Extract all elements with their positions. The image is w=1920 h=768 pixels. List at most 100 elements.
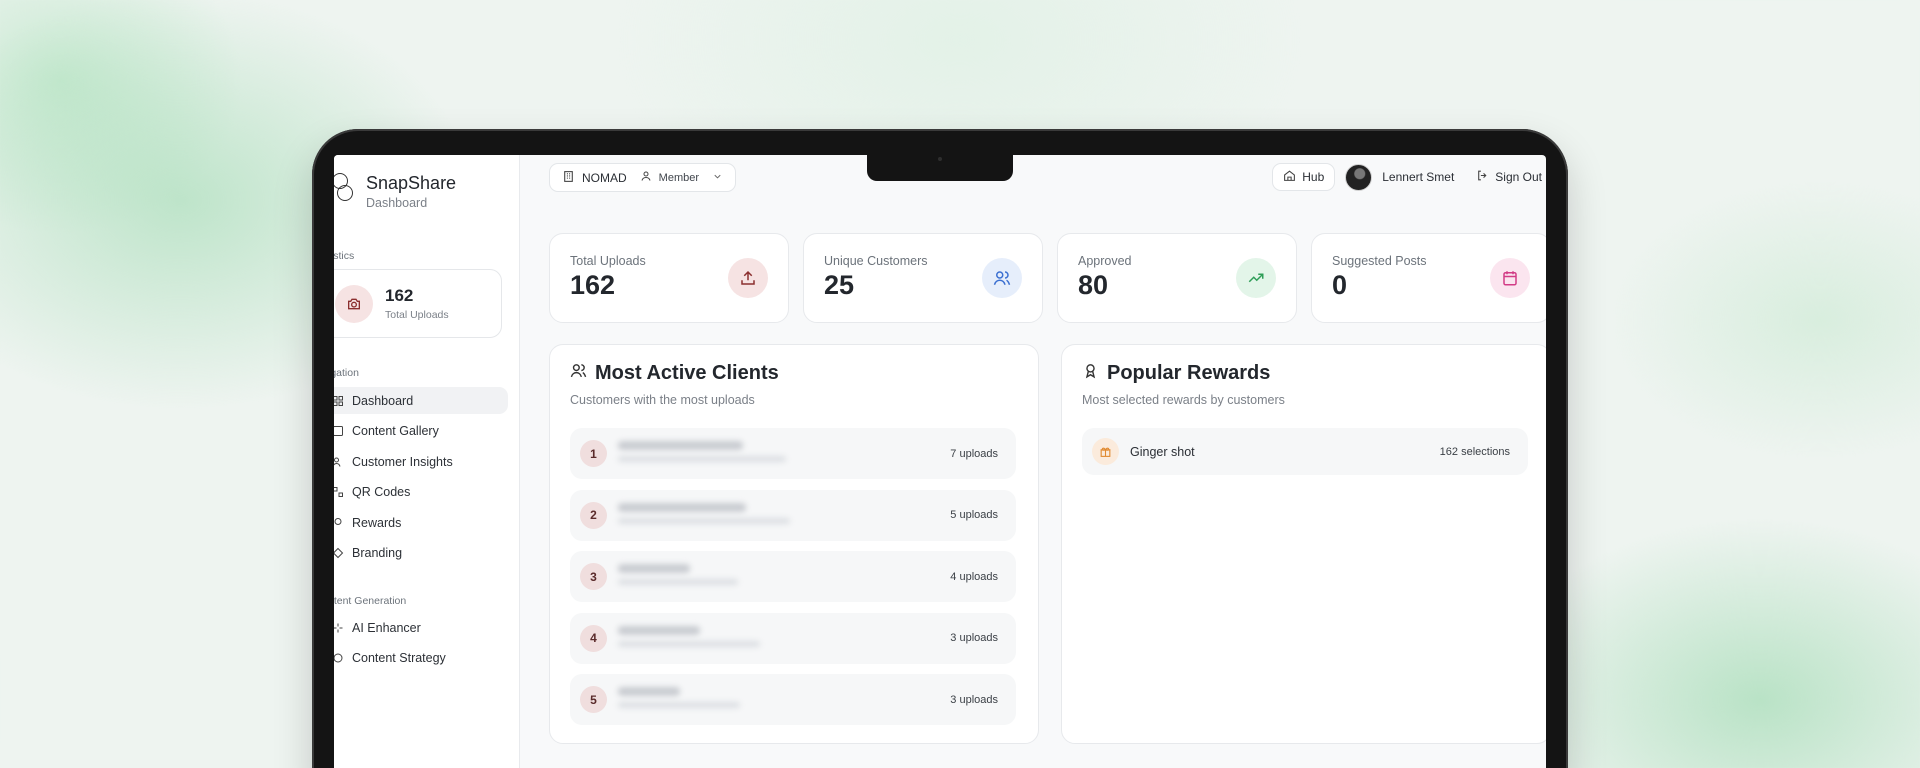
panel-title: Popular Rewards bbox=[1082, 362, 1270, 385]
sidebar-total-uploads: 162 Total Uploads bbox=[334, 269, 502, 338]
sidebar-item-branding[interactable]: Branding bbox=[334, 540, 508, 567]
home-icon bbox=[1283, 169, 1296, 185]
sidebar: SnapShare Dashboard tistics 162 Total Up… bbox=[334, 155, 520, 768]
blurred-client-name bbox=[618, 502, 790, 524]
sidebar-item-label: Rewards bbox=[352, 515, 402, 530]
sidebar-item-label: Dashboard bbox=[352, 393, 414, 408]
award-icon bbox=[1082, 362, 1099, 385]
sign-out-button[interactable]: Sign Out bbox=[1476, 169, 1542, 185]
avatar[interactable] bbox=[1345, 163, 1373, 191]
main-nav: Dashboard Content Gallery Customer Insig… bbox=[334, 387, 508, 571]
blurred-client-name bbox=[618, 441, 786, 462]
building-icon bbox=[562, 170, 575, 186]
camera-icon bbox=[335, 284, 373, 323]
client-list: 1 7 uploads 2 5 uploads 3 4 uploads 4 3 … bbox=[570, 428, 1016, 736]
user-name: Lennert Smet bbox=[1382, 170, 1455, 184]
sparkle-icon bbox=[334, 622, 344, 634]
rank-badge: 1 bbox=[580, 440, 607, 467]
brand-subtitle: Dashboard bbox=[366, 196, 428, 210]
insights-icon bbox=[334, 456, 344, 468]
client-row[interactable]: 5 3 uploads bbox=[570, 674, 1016, 725]
sidebar-item-customer-insights[interactable]: Customer Insights bbox=[334, 448, 508, 475]
sidebar-item-label: Customer Insights bbox=[352, 454, 453, 469]
sidebar-stat-value: 162 bbox=[385, 286, 414, 305]
rank-badge: 4 bbox=[580, 624, 607, 652]
panel-title-text: Popular Rewards bbox=[1107, 362, 1271, 384]
calendar-icon bbox=[1490, 258, 1530, 298]
client-row[interactable]: 4 3 uploads bbox=[570, 612, 1016, 664]
laptop-frame: SnapShare Dashboard tistics 162 Total Up… bbox=[312, 129, 1568, 768]
stat-cards: Total Uploads 162 Unique Customers 25 Ap… bbox=[549, 233, 1546, 323]
hub-label: Hub bbox=[1302, 170, 1325, 184]
reward-name: Ginger shot bbox=[1130, 444, 1195, 459]
blurred-client-name bbox=[618, 564, 738, 585]
brand-name: SnapShare bbox=[366, 173, 457, 193]
workspace-role: Member bbox=[658, 171, 700, 184]
panel-title-text: Most Active Clients bbox=[595, 362, 779, 384]
upload-count: 3 uploads bbox=[950, 693, 998, 706]
chevron-down-icon bbox=[712, 171, 723, 185]
sidebar-item-label: Branding bbox=[352, 546, 403, 561]
users-icon bbox=[570, 362, 587, 385]
stat-card-suggested-posts: Suggested Posts 0 bbox=[1311, 233, 1546, 323]
dashboard-icon bbox=[334, 395, 344, 407]
stat-card-total-uploads: Total Uploads 162 bbox=[549, 233, 789, 323]
upload-icon bbox=[728, 258, 768, 298]
users-icon bbox=[982, 258, 1022, 298]
sidebar-item-content-gallery[interactable]: Content Gallery bbox=[334, 418, 508, 445]
sign-out-label: Sign Out bbox=[1495, 170, 1542, 184]
strategy-icon bbox=[334, 652, 344, 664]
workspace-switcher[interactable]: NOMAD Member bbox=[549, 163, 737, 192]
main-content: NOMAD Member Hub Lennert Smet Sign Out T… bbox=[520, 155, 1546, 768]
rank-badge: 2 bbox=[580, 501, 607, 529]
blurred-client-name bbox=[618, 625, 760, 647]
sidebar-item-label: AI Enhancer bbox=[352, 620, 421, 635]
sidebar-item-content-strategy[interactable]: Content Strategy bbox=[334, 645, 508, 672]
client-row[interactable]: 3 4 uploads bbox=[570, 551, 1016, 602]
rank-badge: 3 bbox=[580, 563, 607, 590]
camera-notch bbox=[867, 155, 1013, 181]
gallery-icon bbox=[334, 425, 344, 437]
sidebar-item-label: Content Gallery bbox=[352, 424, 439, 439]
client-row[interactable]: 1 7 uploads bbox=[570, 428, 1016, 479]
reward-icon bbox=[334, 517, 344, 529]
qr-icon bbox=[334, 486, 344, 498]
trending-up-icon bbox=[1236, 258, 1276, 298]
gift-icon bbox=[1092, 438, 1119, 465]
user-icon bbox=[640, 170, 652, 185]
upload-count: 4 uploads bbox=[950, 570, 998, 583]
stat-card-unique-customers: Unique Customers 25 bbox=[803, 233, 1043, 323]
upload-count: 3 uploads bbox=[950, 632, 998, 644]
stat-card-approved: Approved 80 bbox=[1057, 233, 1297, 323]
branding-icon bbox=[334, 547, 344, 559]
section-label-content-generation: ntent Generation bbox=[334, 595, 407, 607]
snapshare-logo-icon bbox=[334, 173, 358, 203]
sidebar-item-ai-enhancer[interactable]: AI Enhancer bbox=[334, 614, 508, 641]
sidebar-stat-label: Total Uploads bbox=[385, 309, 449, 321]
popular-rewards-panel: Popular Rewards Most selected rewards by… bbox=[1061, 344, 1546, 744]
sidebar-item-label: QR Codes bbox=[352, 485, 411, 500]
most-active-clients-panel: Most Active Clients Customers with the m… bbox=[549, 344, 1039, 744]
panel-subtitle: Customers with the most uploads bbox=[570, 393, 755, 407]
top-right-actions: Hub Lennert Smet Sign Out bbox=[1272, 163, 1542, 191]
rank-badge: 5 bbox=[580, 686, 607, 713]
sidebar-item-rewards[interactable]: Rewards bbox=[334, 509, 508, 536]
client-row[interactable]: 2 5 uploads bbox=[570, 489, 1016, 541]
logout-icon bbox=[1476, 169, 1489, 185]
section-label-statistics: tistics bbox=[334, 250, 355, 262]
hub-button[interactable]: Hub bbox=[1272, 163, 1336, 191]
app-screen: SnapShare Dashboard tistics 162 Total Up… bbox=[334, 155, 1546, 768]
upload-count: 7 uploads bbox=[950, 447, 998, 460]
sidebar-item-dashboard[interactable]: Dashboard bbox=[334, 387, 508, 414]
panel-subtitle: Most selected rewards by customers bbox=[1082, 393, 1285, 407]
workspace-name: NOMAD bbox=[582, 170, 627, 185]
upload-count: 5 uploads bbox=[950, 509, 998, 521]
reward-row[interactable]: Ginger shot 162 selections bbox=[1082, 428, 1528, 475]
reward-selection-count: 162 selections bbox=[1439, 445, 1510, 458]
sidebar-item-label: Content Strategy bbox=[352, 651, 446, 666]
top-bar: NOMAD Member Hub Lennert Smet Sign Out bbox=[520, 155, 1546, 205]
brand[interactable]: SnapShare Dashboard bbox=[334, 173, 456, 210]
sidebar-item-qr-codes[interactable]: QR Codes bbox=[334, 479, 508, 506]
blurred-client-name bbox=[618, 687, 740, 708]
content-nav: AI Enhancer Content Strategy bbox=[334, 614, 508, 675]
